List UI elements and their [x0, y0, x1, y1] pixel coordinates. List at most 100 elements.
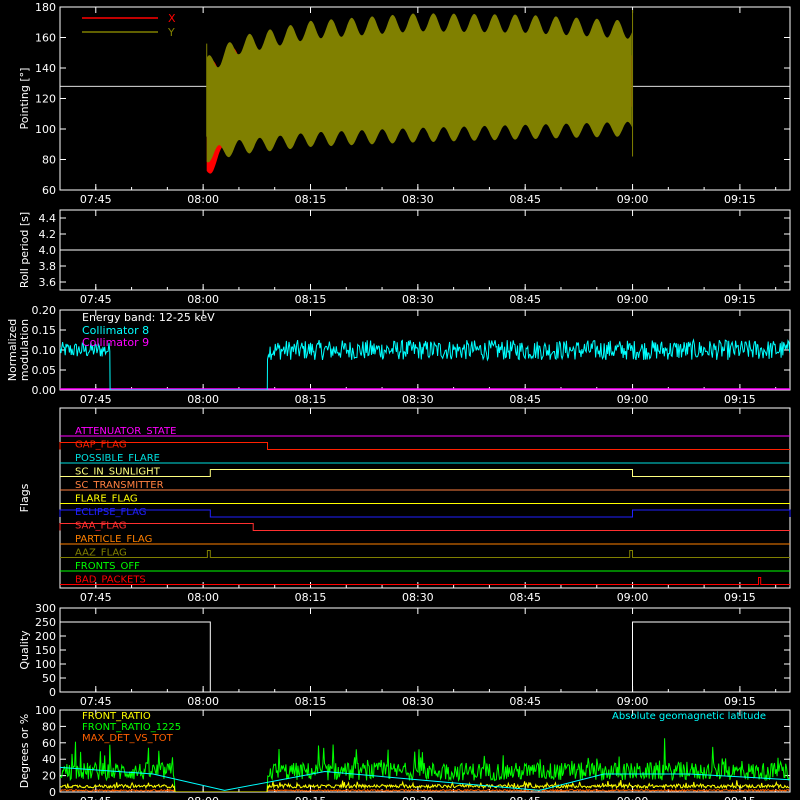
x-tick-label-2-4: 08:45 [509, 393, 541, 406]
y-tick-label-5-3: 60 [42, 737, 56, 750]
y-tick-label-5-0: 0 [49, 786, 56, 799]
flag-label-sc_in_sunlight: SC_IN_SUNLIGHT [75, 467, 161, 478]
x-tick-label-0-2: 08:15 [295, 193, 327, 206]
y-tick-label-0-6: 180 [35, 1, 56, 14]
y-tick-label-0-1: 80 [42, 154, 56, 167]
modulation-legend-1: Collimator 9 [82, 336, 149, 349]
y-axis-label-2: Normalized modulation [6, 319, 31, 381]
y-tick-label-4-0: 0 [49, 686, 56, 699]
x-tick-label-5-5: 09:00 [617, 795, 649, 800]
y-tick-label-4-2: 100 [35, 658, 56, 671]
x-tick-label-5-0: 07:45 [80, 795, 112, 800]
flag-label-sc_transmitter: SC_TRANSMITTER [75, 480, 164, 491]
x-tick-label-4-5: 09:00 [617, 695, 649, 708]
x-tick-label-2-1: 08:00 [187, 393, 219, 406]
y-tick-label-4-1: 50 [42, 672, 56, 685]
flag-label-fronts_off: FRONTS_OFF [75, 561, 140, 572]
x-tick-label-3-4: 08:45 [509, 591, 541, 604]
y-axis-label-text-1: Roll period [s] [18, 212, 31, 288]
legend-label-X: X [168, 12, 176, 25]
y-tick-label-4-6: 300 [35, 602, 56, 615]
x-tick-label-0-1: 08:00 [187, 193, 219, 206]
x-tick-label-3-3: 08:30 [402, 591, 434, 604]
flag-label-saa_flag: SAA_FLAG [75, 521, 126, 532]
x-tick-label-1-3: 08:30 [402, 293, 434, 306]
y-tick-label-4-4: 200 [35, 630, 56, 643]
ratios-legend-1: FRONT_RATIO_1225 [82, 722, 181, 733]
y-tick-label-1-2: 4.0 [39, 244, 57, 257]
x-tick-label-2-6: 09:15 [724, 393, 756, 406]
x-tick-label-5-1: 08:00 [187, 795, 219, 800]
y-tick-label-5-5: 100 [35, 704, 56, 717]
x-tick-label-3-2: 08:15 [295, 591, 327, 604]
y-axis-label-text-4: Quality [18, 630, 31, 670]
flag-label-particle_flag: PARTICLE_FLAG [75, 534, 152, 545]
y-tick-label-2-0: 0.00 [32, 384, 57, 397]
x-tick-label-4-4: 08:45 [509, 695, 541, 708]
x-tick-label-4-6: 09:15 [724, 695, 756, 708]
y-axis-label-line-2-1: modulation [18, 319, 31, 381]
x-tick-label-5-4: 08:45 [509, 795, 541, 800]
y-tick-label-4-3: 150 [35, 644, 56, 657]
y-tick-label-0-4: 140 [35, 62, 56, 75]
x-tick-label-1-4: 08:45 [509, 293, 541, 306]
x-tick-label-0-3: 08:30 [402, 193, 434, 206]
y-tick-label-5-2: 40 [42, 753, 56, 766]
y-axis-label-0: Pointing [°] [18, 68, 31, 130]
y-axis-label-text-5: Degrees or % [18, 714, 31, 788]
y-axis-label-4: Quality [18, 630, 31, 670]
x-tick-label-5-6: 09:15 [724, 795, 756, 800]
y-tick-label-0-0: 60 [42, 184, 56, 197]
x-tick-label-0-4: 08:45 [509, 193, 541, 206]
flag-label-bad_packets: BAD_PACKETS [75, 575, 146, 586]
y-tick-label-2-1: 0.05 [32, 364, 57, 377]
modulation-energy-band: Energy band: 12-25 keV [82, 311, 215, 324]
x-tick-label-2-2: 08:15 [295, 393, 327, 406]
y-axis-label-5: Degrees or % [18, 714, 31, 788]
x-tick-label-1-0: 07:45 [80, 293, 112, 306]
y-tick-label-2-3: 0.15 [32, 324, 57, 337]
flag-label-flare_flag: FLARE_FLAG [75, 494, 138, 505]
y-tick-label-1-3: 4.2 [39, 228, 57, 241]
x-tick-label-3-5: 09:00 [617, 591, 649, 604]
y-tick-label-4-5: 250 [35, 616, 56, 629]
y-axis-label-1: Roll period [s] [18, 212, 31, 288]
y-axis-label-text-3: Flags [18, 483, 31, 512]
flag-label-gap_flag: GAP_FLAG [75, 440, 127, 451]
rhessi-quicklook-chart: 07:45 08:00 08:15 08:30 08:45 09:00 09:15 60 80 1… [0, 0, 800, 800]
ratios-legend-0: FRONT_RATIO [82, 711, 151, 722]
geomagnetic-latitude-label: Absolute geomagnetic latitude [612, 711, 766, 722]
legend-label-Y: Y [167, 26, 175, 39]
y-tick-label-2-4: 0.20 [32, 304, 57, 317]
x-tick-label-2-3: 08:30 [402, 393, 434, 406]
x-tick-label-2-0: 07:45 [80, 393, 112, 406]
x-tick-label-5-3: 08:30 [402, 795, 434, 800]
x-tick-label-1-1: 08:00 [187, 293, 219, 306]
flag-label-eclipse_flag: ECLIPSE_FLAG [75, 507, 146, 518]
x-tick-label-3-1: 08:00 [187, 591, 219, 604]
x-tick-label-4-0: 07:45 [80, 695, 112, 708]
y-tick-label-0-2: 100 [35, 123, 56, 136]
x-tick-label-1-6: 09:15 [724, 293, 756, 306]
x-tick-label-3-6: 09:15 [724, 591, 756, 604]
ratios-legend-2: MAX_DET_VS_TOT [82, 733, 174, 744]
flag-label-possible_flare: POSSIBLE_FLARE [75, 453, 160, 464]
x-tick-label-0-6: 09:15 [724, 193, 756, 206]
x-tick-label-4-1: 08:00 [187, 695, 219, 708]
y-tick-label-1-4: 4.4 [39, 212, 57, 225]
x-tick-label-0-0: 07:45 [80, 193, 112, 206]
y-tick-label-5-4: 80 [42, 720, 56, 733]
y-axis-label-3: Flags [18, 483, 31, 512]
y-tick-label-2-2: 0.10 [32, 344, 57, 357]
y-tick-label-1-0: 3.6 [39, 276, 57, 289]
x-tick-label-1-2: 08:15 [295, 293, 327, 306]
y-axis-label-text-0: Pointing [°] [18, 68, 31, 130]
y-tick-label-0-5: 160 [35, 32, 56, 45]
x-tick-label-3-0: 07:45 [80, 591, 112, 604]
x-tick-label-0-5: 09:00 [617, 193, 649, 206]
x-tick-label-2-5: 09:00 [617, 393, 649, 406]
y-tick-label-5-1: 20 [42, 770, 56, 783]
y-tick-label-1-1: 3.8 [39, 260, 57, 273]
x-tick-label-4-3: 08:30 [402, 695, 434, 708]
flag-label-attenuator_state: ATTENUATOR_STATE [75, 426, 176, 437]
